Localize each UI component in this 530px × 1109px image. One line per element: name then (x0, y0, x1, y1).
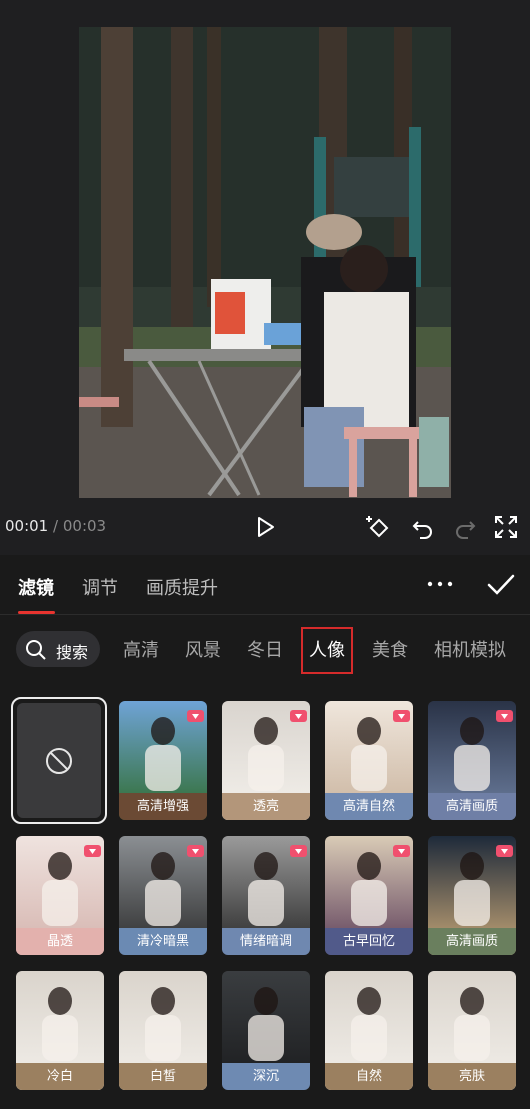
confirm-button[interactable] (486, 571, 516, 599)
search-icon (26, 640, 46, 660)
filter-tile[interactable]: 透亮 (222, 701, 310, 820)
tab-adjust[interactable]: 调节 (82, 574, 118, 600)
play-icon (258, 517, 274, 537)
filter-tile[interactable]: 深沉 (222, 971, 310, 1090)
category-camera-sim[interactable]: 相机模拟 (434, 636, 506, 662)
filter-none-inner (17, 703, 101, 818)
total-time: 00:03 (62, 517, 107, 535)
search-label: 搜索 (56, 643, 89, 662)
video-frame-image (79, 27, 451, 498)
filter-label: 亮肤 (428, 1063, 516, 1090)
filter-tile[interactable]: 清冷暗黑 (119, 836, 207, 955)
filter-none-tile[interactable] (11, 697, 107, 824)
tab-filter[interactable]: 滤镜 (18, 574, 54, 600)
category-scenery[interactable]: 风景 (185, 636, 221, 662)
fullscreen-icon (495, 516, 517, 538)
filter-label: 清冷暗黑 (119, 928, 207, 955)
vip-diamond-icon (496, 707, 513, 722)
filter-label: 冷白 (16, 1063, 104, 1090)
play-button[interactable] (252, 514, 278, 540)
vip-diamond-icon (393, 842, 410, 857)
search-button[interactable]: 搜索 (16, 631, 100, 667)
filter-label: 晶透 (16, 928, 104, 955)
check-icon (487, 574, 515, 595)
filter-label: 高清画质 (428, 928, 516, 955)
filter-tile[interactable]: 自然 (325, 971, 413, 1090)
current-time: 00:01 (5, 517, 49, 535)
category-portrait[interactable]: 人像 (309, 636, 345, 662)
filter-label: 自然 (325, 1063, 413, 1090)
filter-tile[interactable]: 白皙 (119, 971, 207, 1090)
filter-panel: 滤镜 调节 画质提升 搜索 高清 风景 冬日 人像 美食 相机模拟 高清增强 透… (0, 555, 530, 1109)
category-hd[interactable]: 高清 (123, 636, 159, 662)
no-filter-icon (46, 748, 72, 774)
category-bar: 搜索 高清 风景 冬日 人像 美食 相机模拟 (0, 623, 530, 677)
filter-tile[interactable]: 晶透 (16, 836, 104, 955)
category-winter[interactable]: 冬日 (247, 636, 283, 662)
vip-diamond-icon (290, 707, 307, 722)
more-dots-icon (427, 581, 453, 587)
keyframe-button[interactable] (364, 514, 390, 540)
filter-label: 古早回忆 (325, 928, 413, 955)
filter-label: 情绪暗调 (222, 928, 310, 955)
filter-label: 高清增强 (119, 793, 207, 820)
tab-quality-enhance[interactable]: 画质提升 (146, 574, 218, 600)
filter-tile[interactable]: 亮肤 (428, 971, 516, 1090)
undo-button[interactable] (410, 514, 436, 540)
filter-tile[interactable]: 古早回忆 (325, 836, 413, 955)
filter-label: 高清画质 (428, 793, 516, 820)
vip-diamond-icon (496, 842, 513, 857)
time-display: 00:01 / 00:03 (5, 517, 106, 535)
filter-label: 深沉 (222, 1063, 310, 1090)
filter-tile[interactable]: 高清画质 (428, 836, 516, 955)
category-food[interactable]: 美食 (372, 636, 408, 662)
playback-bar: 00:01 / 00:03 (0, 505, 530, 549)
time-separator: / (53, 517, 59, 535)
vip-diamond-icon (393, 707, 410, 722)
filter-tile[interactable]: 高清自然 (325, 701, 413, 820)
filter-label: 透亮 (222, 793, 310, 820)
more-button[interactable] (426, 572, 454, 596)
redo-icon (456, 521, 476, 539)
keyframe-icon (366, 516, 389, 538)
video-preview[interactable] (79, 27, 451, 498)
filter-tile[interactable]: 高清增强 (119, 701, 207, 820)
vip-diamond-icon (187, 842, 204, 857)
active-tab-indicator (18, 611, 55, 614)
vip-diamond-icon (84, 842, 101, 857)
vip-diamond-icon (187, 707, 204, 722)
filter-tile[interactable]: 冷白 (16, 971, 104, 1090)
filter-label: 白皙 (119, 1063, 207, 1090)
filter-label: 高清自然 (325, 793, 413, 820)
vip-diamond-icon (290, 842, 307, 857)
panel-tabs: 滤镜 调节 画质提升 (0, 555, 530, 615)
redo-button[interactable] (452, 514, 478, 540)
filter-tile[interactable]: 高清画质 (428, 701, 516, 820)
fullscreen-button[interactable] (493, 514, 519, 540)
filter-tile[interactable]: 情绪暗调 (222, 836, 310, 955)
undo-icon (412, 521, 432, 539)
preview-area: 00:01 / 00:03 (0, 0, 530, 555)
